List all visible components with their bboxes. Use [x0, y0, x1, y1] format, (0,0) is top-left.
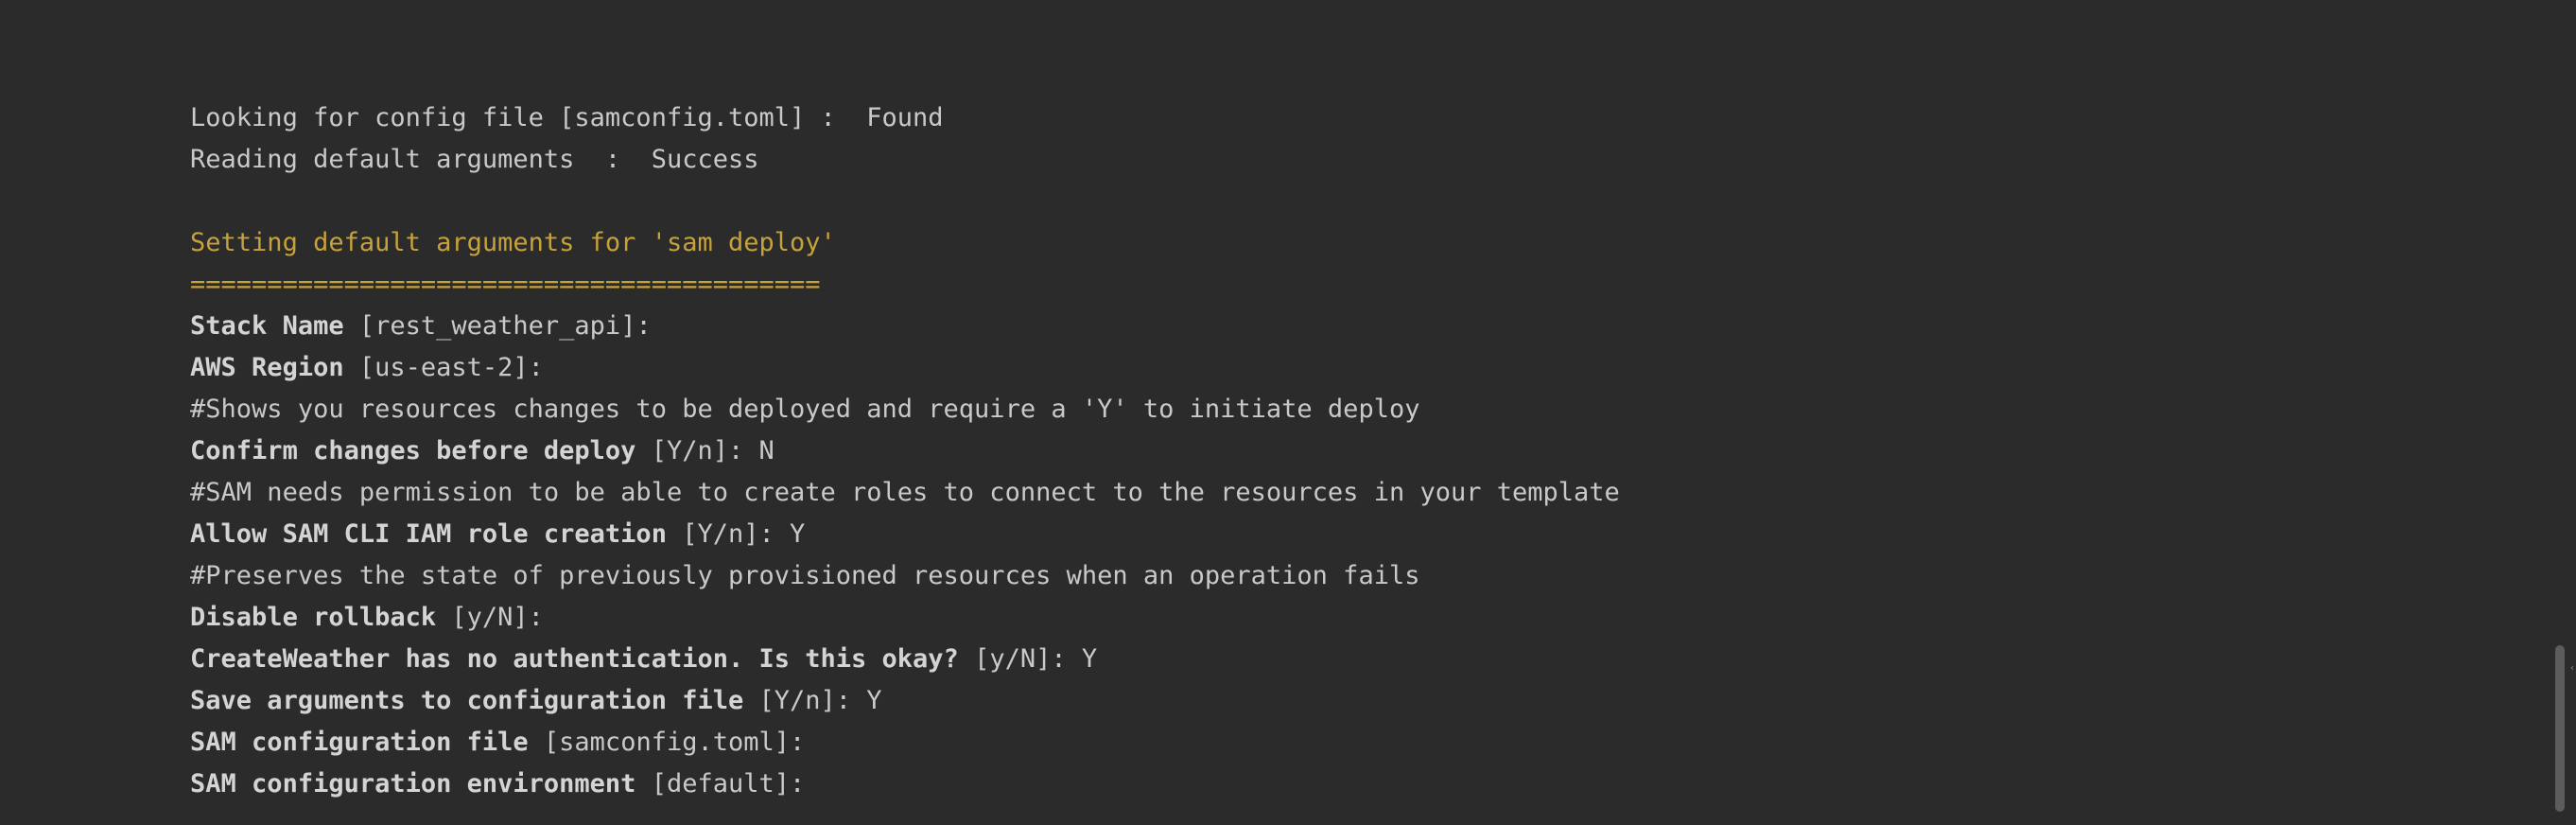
- line-text: [default]:: [635, 769, 806, 799]
- terminal-line: CreateWeather has no authentication. Is …: [129, 597, 1097, 674]
- terminal-output[interactable]: Looking for config file [samconfig.toml]…: [0, 0, 2544, 825]
- line-prompt: SAM configuration environment: [190, 769, 636, 799]
- terminal-line: Save arguments to configuration file [Y/…: [129, 639, 882, 715]
- scrollbar-thumb[interactable]: [2555, 645, 2565, 812]
- terminal-line-separator: ========================================…: [129, 222, 820, 299]
- terminal-line: Reading default arguments : Success: [129, 97, 758, 174]
- terminal-line: Allow SAM CLI IAM role creation [Y/n]: Y: [129, 472, 805, 549]
- line-text: Reading default arguments : Success: [190, 145, 759, 174]
- line-text: [y/N]: Y: [958, 644, 1098, 674]
- terminal-line: Disable rollback [y/N]:: [129, 555, 544, 632]
- terminal-line-comment: #SAM needs permission to be able to crea…: [129, 430, 1620, 507]
- terminal-line: SAM configuration file [samconfig.toml]:: [129, 680, 805, 757]
- terminal-line-heading: Setting default arguments for 'sam deplo…: [129, 181, 836, 257]
- terminal-line: Stack Name [rest_weather_api]:: [129, 264, 652, 341]
- caret-left-icon: ‹: [2570, 663, 2574, 674]
- terminal-line-comment: #Shows you resources changes to be deplo…: [129, 347, 1419, 424]
- terminal-line: Confirm changes before deploy [Y/n]: N: [129, 389, 775, 465]
- vertical-scrollbar[interactable]: ‹: [2544, 0, 2576, 825]
- terminal-line-comment: #Preserves the state of previously provi…: [129, 514, 1419, 590]
- terminal-line: Looking for config file [samconfig.toml]…: [129, 56, 944, 132]
- terminal-line: AWS Region [us-east-2]:: [129, 306, 544, 382]
- terminal-line: SAM configuration environment [default]:: [129, 722, 805, 799]
